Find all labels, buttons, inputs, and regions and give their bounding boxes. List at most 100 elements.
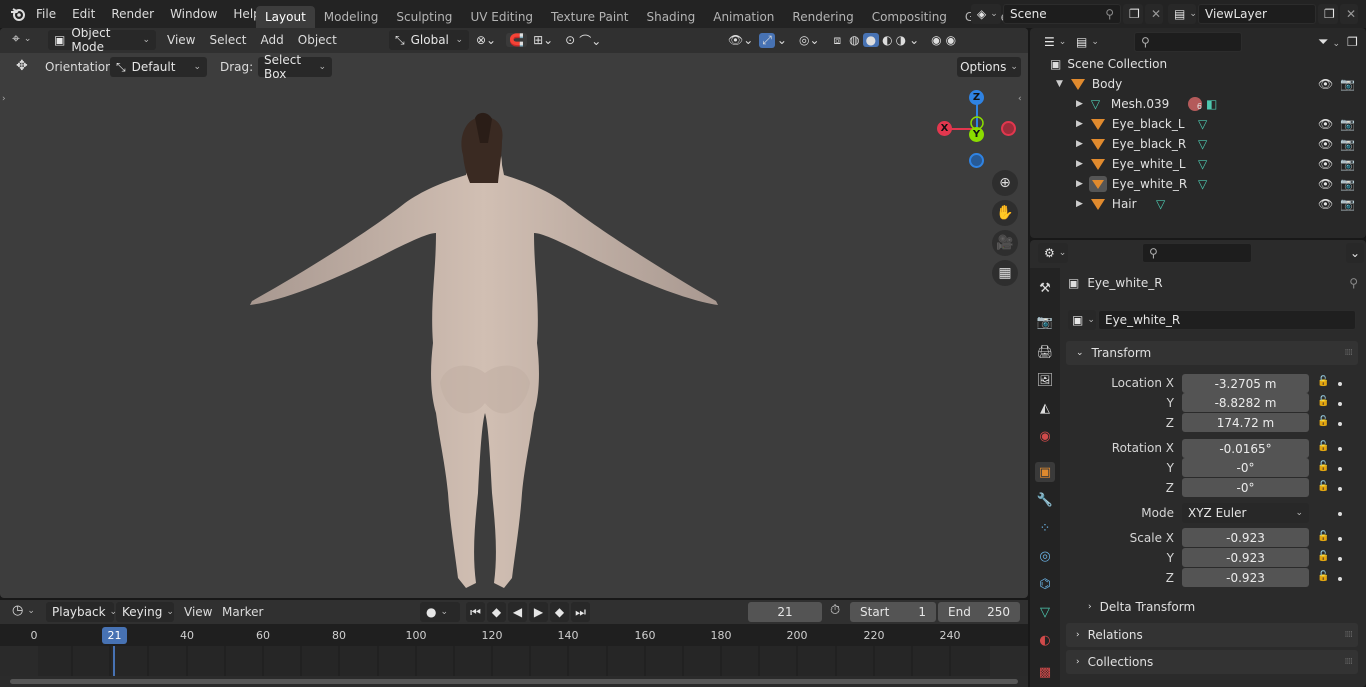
timeline-menu-view[interactable]: View — [184, 605, 212, 619]
toolbar-expand-icon[interactable]: › — [2, 94, 6, 104]
rotation-mode-dropdown[interactable]: XYZ Euler ⌄ — [1182, 503, 1309, 523]
scene-collection-row[interactable]: ▣ Scene Collection — [1030, 54, 1366, 74]
lock-icon[interactable]: 🔓 — [1317, 441, 1329, 452]
view-layer-tab-icon[interactable]: 🖼 — [1035, 370, 1055, 390]
lock-icon[interactable]: 🔓 — [1317, 551, 1329, 562]
tab-shading[interactable]: Shading — [637, 6, 704, 28]
close-scene-icon[interactable]: ✕ — [1145, 4, 1163, 24]
pivot-icon[interactable]: ⊗⌄ — [476, 33, 496, 47]
proportional-edit-icon[interactable]: ⊙ — [565, 33, 575, 47]
rotation-x-field[interactable]: -0.0165° — [1182, 439, 1309, 458]
camera-icon[interactable]: 📷 — [1340, 117, 1355, 131]
tab-sculpting[interactable]: Sculpting — [387, 6, 461, 28]
gpu-icon[interactable]: ◉ — [946, 33, 956, 47]
tool-tab-icon[interactable]: ⚒ — [1035, 278, 1055, 298]
scene-selector[interactable]: ◈ ⌄ Scene ⚲ ❐ ✕ — [971, 4, 1163, 24]
scene-icon[interactable]: ◈ ⌄ — [971, 4, 1001, 24]
lock-icon[interactable]: 🔓 — [1317, 481, 1329, 492]
current-frame-field[interactable]: 21 — [748, 602, 822, 622]
eye-icon[interactable]: 👁 — [1318, 117, 1333, 131]
world-tab-icon[interactable]: ◉ — [1035, 426, 1055, 446]
human-model[interactable] — [240, 83, 730, 593]
camera-icon[interactable]: 📷 — [1340, 77, 1355, 91]
transform-orientation-dropdown[interactable]: ⤡ Global ⌄ — [389, 30, 469, 50]
lock-icon[interactable]: 🔓 — [1317, 571, 1329, 582]
keyframe-dot-icon[interactable] — [1338, 447, 1342, 451]
perspective-grid-icon[interactable]: ▦ — [992, 260, 1018, 286]
data-tab-icon[interactable]: ▽ — [1035, 602, 1055, 622]
mode-dropdown[interactable]: ▣ Object Mode ⌄ — [48, 28, 156, 54]
eye-icon[interactable]: 👁 — [1318, 137, 1333, 151]
snap-icon[interactable]: 🧲 — [506, 33, 528, 47]
shading-dropdown-icon[interactable]: ⌄ — [909, 33, 919, 47]
delta-transform-panel-header[interactable]: › Delta Transform — [1088, 600, 1195, 614]
outliner-row-mesh[interactable]: ▶ ▽ Mesh.039 6 ◧ — [1030, 94, 1366, 114]
new-view-layer-icon[interactable]: ❐ — [1318, 4, 1338, 24]
blender-logo-icon[interactable] — [10, 0, 26, 28]
next-keyframe-icon[interactable]: ◆ — [550, 602, 569, 622]
timeline-editor-type-icon[interactable]: ◷ ⌄ — [12, 603, 35, 618]
mesh-data-icon[interactable]: ▽ — [1156, 197, 1165, 211]
outliner-row-eye-black-r[interactable]: ▶ Eye_black_R ▽ 👁 📷 — [1030, 134, 1366, 154]
relations-panel-header[interactable]: › Relations ⁞⁞⁞⁞ — [1066, 623, 1358, 647]
outliner-row-eye-white-l[interactable]: ▶ Eye_white_L ▽ 👁 📷 — [1030, 154, 1366, 174]
outliner-row-eye-black-l[interactable]: ▶ Eye_black_L ▽ 👁 📷 — [1030, 114, 1366, 134]
collapse-icon[interactable]: ▼ — [1056, 79, 1063, 89]
modifier-tab-icon[interactable]: 🔧 — [1035, 490, 1055, 510]
keyframe-dot-icon[interactable] — [1338, 422, 1342, 426]
menu-add[interactable]: Add — [254, 33, 291, 47]
object-browse-icon[interactable]: ▣ ⌄ — [1068, 310, 1096, 330]
jump-start-icon[interactable]: ⏮ — [466, 602, 485, 622]
eye-icon[interactable]: 👁 — [1318, 177, 1333, 191]
scale-x-field[interactable]: -0.923 — [1182, 528, 1309, 547]
outliner[interactable]: ☰ ⌄ ▤ ⌄ ⚲ ⏷ ⌄ ❐ ▣ Scene Collection ▼ Body 👁… — [1030, 28, 1366, 238]
grip-icon[interactable]: ⁞⁞⁞⁞ — [1345, 348, 1354, 358]
timeline-ruler[interactable]: 0 20 40 60 80 100 120 140 160 180 200 22… — [0, 624, 1028, 646]
camera-icon[interactable]: 📷 — [1340, 157, 1355, 171]
grip-icon[interactable]: ⁞⁞⁞⁞ — [1345, 630, 1354, 640]
display-mode-icon[interactable]: ▤ ⌄ — [1070, 32, 1099, 52]
orientation-dropdown[interactable]: ⤡ Default ⌄ — [110, 57, 207, 77]
location-y-field[interactable]: -8.8282 m — [1182, 393, 1309, 412]
mesh-data-icon[interactable]: ▽ — [1198, 117, 1207, 131]
physics-tab-icon[interactable]: ◎ — [1035, 546, 1055, 566]
playback-menu[interactable]: Playback ⌄ — [46, 602, 117, 622]
xray-icon[interactable]: ⧈ — [834, 33, 842, 48]
keying-menu[interactable]: Keying ⌄ — [116, 602, 174, 622]
properties-search-input[interactable]: ⚲ — [1142, 243, 1252, 263]
menu-file[interactable]: File — [28, 0, 64, 28]
particles-tab-icon[interactable]: ⁘ — [1035, 518, 1055, 538]
eye-icon[interactable]: 👁 — [1318, 157, 1333, 171]
keyframe-dot-icon[interactable] — [1338, 577, 1342, 581]
tab-rendering[interactable]: Rendering — [783, 6, 862, 28]
render-tab-icon[interactable]: 📷 — [1035, 312, 1055, 332]
rendered-shading-icon[interactable]: ◑ — [896, 33, 906, 47]
modifier-icon[interactable]: ◧ — [1206, 97, 1217, 111]
play-icon[interactable]: ▶ — [529, 602, 548, 622]
filter-icon[interactable]: ⏷ ⌄ — [1318, 35, 1340, 50]
camera-icon[interactable]: 📷 — [1340, 177, 1355, 191]
eye-icon[interactable]: 👁 — [1318, 77, 1333, 91]
material-icon[interactable]: 6 — [1188, 97, 1202, 111]
outliner-row-body[interactable]: ▼ Body 👁 📷 — [1030, 74, 1366, 94]
object-name-field[interactable]: Eye_white_R — [1098, 310, 1356, 330]
snap-target-icon[interactable]: ⊞⌄ — [533, 33, 553, 47]
constraints-tab-icon[interactable]: ⌬ — [1035, 574, 1055, 594]
outliner-row-eye-white-r[interactable]: ▶ Eye_white_R ▽ 👁 📷 — [1030, 174, 1366, 194]
lock-icon[interactable]: 🔓 — [1317, 416, 1329, 427]
play-reverse-icon[interactable]: ◀ — [508, 602, 527, 622]
new-scene-icon[interactable]: ❐ — [1123, 4, 1143, 24]
overlay-toggle-icon[interactable]: ◉ — [931, 33, 941, 47]
tab-compositing[interactable]: Compositing — [863, 6, 956, 28]
menu-view[interactable]: View — [160, 33, 202, 47]
expand-icon[interactable]: ▶ — [1076, 119, 1083, 129]
properties-editor-type-icon[interactable]: ⚙ ⌄ — [1038, 243, 1068, 263]
zoom-icon[interactable]: ⊕ — [992, 170, 1018, 196]
keyframe-dot-icon[interactable] — [1338, 512, 1342, 516]
pin-icon[interactable]: ⚲ — [1349, 276, 1358, 290]
new-collection-icon[interactable]: ❐ — [1344, 32, 1364, 52]
lock-icon[interactable]: 🔓 — [1317, 461, 1329, 472]
playhead-indicator[interactable]: 21 — [102, 627, 127, 644]
properties-options-icon[interactable]: ⌄ — [1346, 243, 1364, 263]
preview-range-icon[interactable]: ⏱ — [830, 603, 840, 618]
